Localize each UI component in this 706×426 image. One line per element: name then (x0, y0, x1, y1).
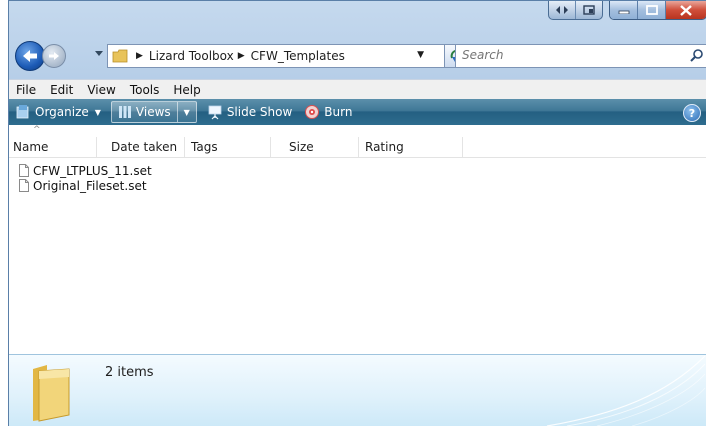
column-header-rating-label: Rating (365, 140, 404, 154)
breadcrumb-item-lizard-toolbox[interactable]: Lizard Toolbox (149, 49, 234, 63)
decorative-swoosh (546, 355, 706, 426)
close-icon[interactable] (666, 1, 706, 19)
maximize-icon[interactable] (638, 1, 666, 19)
burn-label: Burn (324, 105, 353, 119)
folder-icon (33, 365, 70, 422)
list-item[interactable]: CFW_LTPLUS_11.set (19, 163, 152, 178)
file-list-view: ^ Name Date taken Tags Size Rating CFW_L… (9, 125, 706, 354)
file-list: CFW_LTPLUS_11.set Original_Fileset.set (19, 163, 152, 193)
column-header-tags[interactable]: Tags (185, 137, 271, 157)
file-name: Original_Fileset.set (33, 178, 147, 193)
column-header-name[interactable]: ^ Name (9, 125, 97, 157)
column-header-tags-label: Tags (191, 140, 218, 154)
search-input[interactable] (456, 45, 682, 65)
title-bar-controls (548, 1, 706, 27)
item-count: 2 items (105, 365, 154, 380)
menu-edit[interactable]: Edit (43, 83, 80, 97)
file-name: CFW_LTPLUS_11.set (33, 163, 152, 178)
flip-icon[interactable] (549, 1, 576, 19)
chevron-down-icon (95, 51, 103, 56)
command-bar: Organize ▼ Views ▼ Slide Show Burn ? (9, 99, 706, 125)
details-pane: 2 items (9, 354, 706, 426)
views-button[interactable]: Views (112, 102, 177, 122)
organize-button[interactable]: Organize ▼ (9, 99, 107, 125)
column-header-name-label: Name (13, 140, 49, 154)
forward-button[interactable] (42, 44, 66, 68)
file-icon (19, 164, 29, 177)
explorer-window: ▶ Lizard Toolbox ▶ CFW_Templates ▼ File … (8, 0, 706, 426)
column-header-size[interactable]: Size (271, 137, 359, 157)
breadcrumb-arrow-icon[interactable]: ▶ (136, 51, 143, 61)
column-header-date-taken[interactable]: Date taken (97, 137, 185, 157)
burn-button[interactable]: Burn (298, 99, 358, 125)
breadcrumb: ▶ Lizard Toolbox ▶ CFW_Templates (132, 49, 345, 63)
arrow-right-icon (49, 52, 59, 60)
slideshow-icon (207, 104, 223, 120)
column-headers: ^ Name Date taken Tags Size Rating (9, 125, 706, 158)
breadcrumb-item-cfw-templates[interactable]: CFW_Templates (251, 49, 345, 63)
column-header-size-label: Size (289, 140, 314, 154)
window-buttons (609, 1, 706, 20)
minimize-icon[interactable] (610, 1, 638, 19)
arrow-left-icon (23, 50, 37, 62)
slideshow-button[interactable]: Slide Show (201, 99, 298, 125)
back-button[interactable] (15, 41, 45, 71)
views-label: Views (135, 105, 171, 119)
menu-tools[interactable]: Tools (123, 83, 167, 97)
title-extra-buttons (548, 1, 603, 20)
organize-icon (15, 104, 31, 120)
list-item[interactable]: Original_Fileset.set (19, 178, 152, 193)
slideshow-label: Slide Show (226, 105, 293, 119)
help-icon[interactable]: ? (683, 104, 701, 122)
menu-bar: File Edit View Tools Help (9, 79, 706, 100)
breadcrumb-arrow-icon[interactable]: ▶ (238, 51, 245, 61)
burn-disc-icon (304, 104, 320, 120)
column-header-rating[interactable]: Rating (359, 137, 463, 157)
menu-file[interactable]: File (9, 83, 43, 97)
sort-ascending-icon: ^ (33, 125, 41, 135)
file-icon (19, 179, 29, 192)
search-icon[interactable] (690, 48, 704, 62)
address-row: ▶ Lizard Toolbox ▶ CFW_Templates ▼ (9, 41, 706, 71)
organize-label: Organize (35, 105, 89, 119)
search-box[interactable] (455, 44, 706, 68)
views-icon (118, 105, 132, 119)
chevron-down-icon[interactable]: ▼ (417, 45, 424, 65)
folder-icon (112, 49, 128, 63)
address-bar[interactable]: ▶ Lizard Toolbox ▶ CFW_Templates ▼ (107, 44, 447, 68)
recent-pages-dropdown[interactable] (93, 47, 105, 61)
chevron-down-icon: ▼ (94, 107, 101, 117)
restore-down-icon[interactable] (576, 1, 602, 19)
menu-help[interactable]: Help (166, 83, 207, 97)
column-header-date-taken-label: Date taken (111, 140, 178, 154)
menu-view[interactable]: View (80, 83, 122, 97)
views-split-button: Views ▼ (110, 101, 197, 123)
views-dropdown-arrow[interactable]: ▼ (176, 102, 196, 122)
